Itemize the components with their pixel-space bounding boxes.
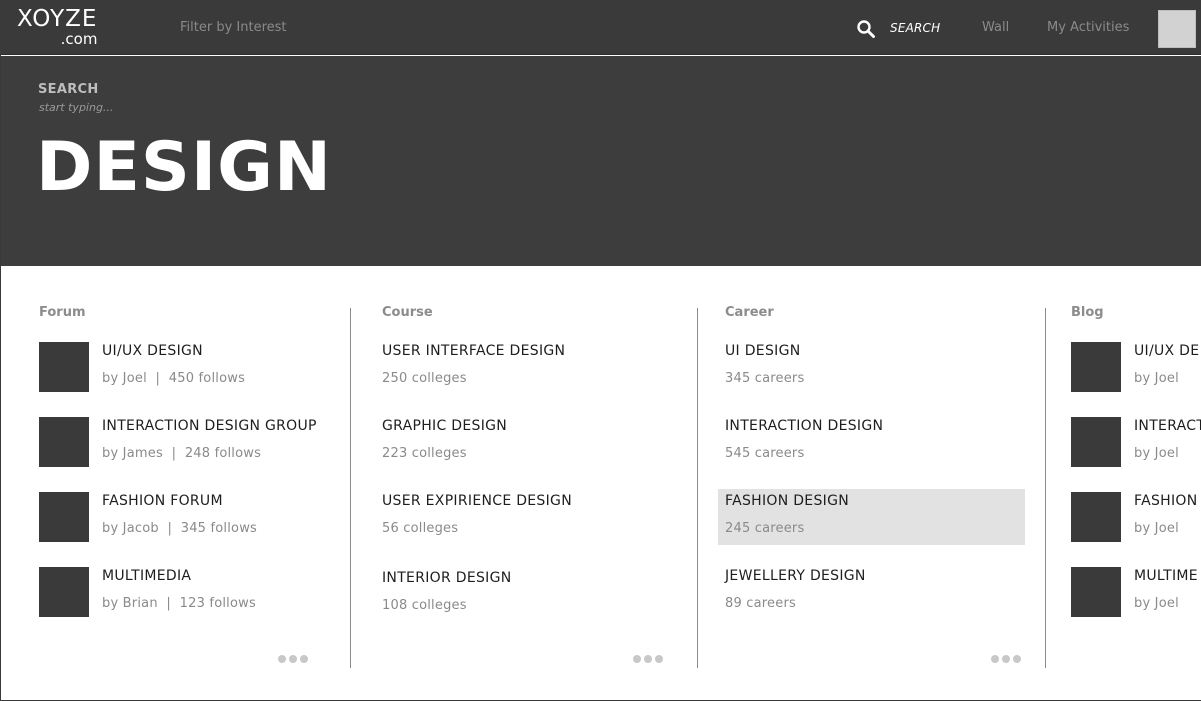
course-item-meta: 56 colleges — [382, 521, 459, 536]
blog-item-title[interactable]: MULTIME — [1134, 568, 1198, 584]
career-item-title[interactable]: INTERACTION DESIGN — [725, 418, 883, 434]
site-logo[interactable]: XOYZE .com — [17, 8, 97, 47]
blog-thumbnail — [1071, 342, 1121, 392]
more-dot-icon — [655, 655, 663, 663]
hero-search-label: SEARCH — [38, 82, 99, 97]
forum-more-button[interactable] — [278, 655, 308, 663]
top-navigation-bar: XOYZE .com Filter by Interest SEARCH Wal… — [1, 1, 1201, 55]
search-link[interactable]: SEARCH — [890, 21, 940, 35]
career-column-title: Career — [725, 305, 774, 320]
career-item-meta: 89 careers — [725, 596, 796, 611]
forum-item-meta: by Joel | 450 follows — [102, 371, 246, 386]
more-dot-icon — [1002, 655, 1010, 663]
course-item-title[interactable]: GRAPHIC DESIGN — [382, 418, 507, 434]
course-item-title[interactable]: USER EXPIRIENCE DESIGN — [382, 493, 572, 509]
forum-thumbnail — [39, 417, 89, 467]
course-column-title: Course — [382, 305, 433, 320]
course-item-meta: 108 colleges — [382, 598, 467, 613]
forum-column-title: Forum — [39, 305, 86, 320]
search-icon[interactable] — [856, 19, 876, 39]
blog-thumbnail — [1071, 492, 1121, 542]
column-divider — [1045, 308, 1046, 668]
more-dot-icon — [289, 655, 297, 663]
user-avatar[interactable] — [1158, 10, 1196, 48]
blog-thumbnail — [1071, 417, 1121, 467]
more-dot-icon — [1013, 655, 1021, 663]
logo-main-text: XOYZE — [17, 6, 98, 32]
career-item-title[interactable]: UI DESIGN — [725, 343, 801, 359]
column-divider — [350, 308, 351, 668]
nav-link-wall[interactable]: Wall — [982, 20, 1009, 35]
more-dot-icon — [300, 655, 308, 663]
blog-item-meta: by Joel — [1134, 596, 1179, 611]
career-item-meta: 545 careers — [725, 446, 805, 461]
search-query-title: DESIGN — [36, 128, 332, 207]
more-dot-icon — [633, 655, 641, 663]
blog-item-title[interactable]: FASHION — [1134, 493, 1197, 509]
forum-item-meta: by Jacob | 345 follows — [102, 521, 257, 536]
forum-item-meta: by James | 248 follows — [102, 446, 262, 461]
career-item-title[interactable]: FASHION DESIGN — [725, 493, 849, 509]
forum-thumbnail — [39, 342, 89, 392]
nav-link-my-activities[interactable]: My Activities — [1047, 20, 1129, 35]
career-item-title[interactable]: JEWELLERY DESIGN — [725, 568, 866, 584]
forum-item-title[interactable]: FASHION FORUM — [102, 493, 223, 509]
career-item-meta: 245 careers — [725, 521, 805, 536]
page-frame: XOYZE .com Filter by Interest SEARCH Wal… — [0, 0, 1201, 701]
course-item-title[interactable]: USER INTERFACE DESIGN — [382, 343, 565, 359]
blog-item-title[interactable]: UI/UX DE — [1134, 343, 1199, 359]
forum-thumbnail — [39, 492, 89, 542]
course-item-meta: 223 colleges — [382, 446, 467, 461]
forum-item-title[interactable]: UI/UX DESIGN — [102, 343, 203, 359]
logo-sub-text: .com — [60, 30, 98, 48]
column-divider — [697, 308, 698, 668]
forum-item-title[interactable]: MULTIMEDIA — [102, 568, 191, 584]
forum-item-title[interactable]: INTERACTION DESIGN GROUP — [102, 418, 317, 434]
career-item-meta: 345 careers — [725, 371, 805, 386]
blog-item-meta: by Joel — [1134, 446, 1179, 461]
blog-item-title[interactable]: INTERACT — [1134, 418, 1201, 434]
filter-by-interest-input[interactable]: Filter by Interest — [180, 20, 287, 35]
forum-thumbnail — [39, 567, 89, 617]
career-more-button[interactable] — [991, 655, 1021, 663]
forum-item-meta: by Brian | 123 follows — [102, 596, 256, 611]
blog-column-title: Blog — [1071, 305, 1104, 320]
search-hero: SEARCH start typing... DESIGN — [1, 56, 1201, 266]
course-more-button[interactable] — [633, 655, 663, 663]
course-item-meta: 250 colleges — [382, 371, 467, 386]
course-item-title[interactable]: INTERIOR DESIGN — [382, 570, 512, 586]
hero-search-input[interactable]: start typing... — [39, 101, 113, 114]
more-dot-icon — [644, 655, 652, 663]
more-dot-icon — [991, 655, 999, 663]
blog-thumbnail — [1071, 567, 1121, 617]
blog-item-meta: by Joel — [1134, 521, 1179, 536]
more-dot-icon — [278, 655, 286, 663]
blog-item-meta: by Joel — [1134, 371, 1179, 386]
